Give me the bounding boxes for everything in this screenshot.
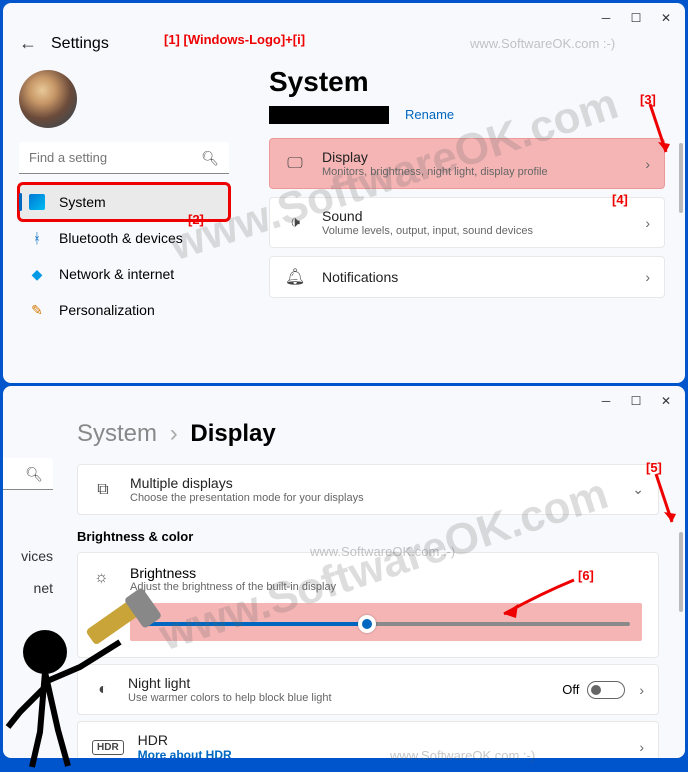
card-title: Sound xyxy=(322,208,629,224)
main-content: System › Display ⧉ Multiple displays Cho… xyxy=(53,412,685,748)
settings-window-1: ─ ☐ ✕ ← Settings 🔍︎ System ᚼ Bluetoot xyxy=(3,3,685,383)
breadcrumb: System › Display xyxy=(77,420,659,448)
truncated-text: net xyxy=(3,572,53,604)
close-button[interactable]: ✕ xyxy=(659,11,673,25)
minimize-button[interactable]: ─ xyxy=(599,394,613,408)
card-brightness: ☼ Brightness Adjust the brightness of th… xyxy=(77,552,659,658)
card-sound[interactable]: 🕩 Sound Volume levels, output, input, so… xyxy=(269,197,665,248)
nav-personalization[interactable]: ✎ Personalization xyxy=(19,292,229,328)
breadcrumb-system[interactable]: System xyxy=(77,420,157,447)
brightness-title: Brightness xyxy=(130,565,642,581)
brightness-slider[interactable] xyxy=(142,622,630,626)
card-title: HDR xyxy=(138,732,626,748)
scrollbar[interactable] xyxy=(679,143,683,213)
window-header: ← Settings xyxy=(3,29,685,66)
bell-icon: 🔔︎ xyxy=(284,267,306,287)
sound-icon: 🕩 xyxy=(284,214,306,232)
chevron-down-icon: ⌄ xyxy=(632,481,644,498)
card-subtitle: Volume levels, output, input, sound devi… xyxy=(322,225,629,237)
titlebar: ─ ☐ ✕ xyxy=(3,386,685,412)
search-icon: 🔍︎ xyxy=(25,466,43,483)
system-icon xyxy=(29,194,45,210)
maximize-button[interactable]: ☐ xyxy=(629,394,643,408)
redacted-device-name xyxy=(269,106,389,124)
card-title: Notifications xyxy=(322,269,629,285)
chevron-right-icon: › xyxy=(639,739,644,755)
toggle-state: Off xyxy=(562,682,579,697)
card-hdr[interactable]: HDR HDR More about HDR › xyxy=(77,721,659,758)
truncated-text: vices xyxy=(3,540,53,572)
titlebar: ─ ☐ ✕ xyxy=(3,3,685,29)
chevron-right-icon: › xyxy=(645,156,650,172)
search-input[interactable] xyxy=(19,142,229,174)
nav-label: System xyxy=(59,194,106,210)
card-subtitle: Choose the presentation mode for your di… xyxy=(130,492,616,504)
sidebar: 🔍︎ System ᚼ Bluetooth & devices ◆ Networ… xyxy=(3,66,241,376)
card-title: Night light xyxy=(128,675,548,691)
brightness-subtitle: Adjust the brightness of the built-in di… xyxy=(130,581,642,593)
search-icon: 🔍︎ xyxy=(201,150,219,167)
moon-icon: ◐ xyxy=(92,681,114,699)
nav-network[interactable]: ◆ Network & internet xyxy=(19,256,229,292)
minimize-button[interactable]: ─ xyxy=(599,11,613,25)
card-multiple-displays[interactable]: ⧉ Multiple displays Choose the presentat… xyxy=(77,464,659,515)
chevron-right-icon: › xyxy=(645,269,650,285)
display-icon: 🖵 xyxy=(284,155,306,173)
multi-display-icon: ⧉ xyxy=(92,481,114,499)
night-light-toggle[interactable] xyxy=(587,681,625,699)
back-arrow-icon[interactable]: ← xyxy=(19,33,37,54)
wifi-icon: ◆ xyxy=(29,266,45,282)
chevron-right-icon: › xyxy=(639,682,644,698)
card-title: Display xyxy=(322,149,629,165)
sun-icon: ☼ xyxy=(94,565,116,641)
settings-window-2: ─ ☐ ✕ 🔍︎ vices net System › Display ⧉ Mu… xyxy=(3,386,685,758)
card-subtitle: Monitors, brightness, night light, displ… xyxy=(322,166,629,178)
nav-label: Personalization xyxy=(59,302,155,318)
main-content: System Rename 🖵 Display Monitors, bright… xyxy=(241,66,685,376)
maximize-button[interactable]: ☐ xyxy=(629,11,643,25)
scrollbar[interactable] xyxy=(679,532,683,612)
close-button[interactable]: ✕ xyxy=(659,394,673,408)
sidebar-truncated: 🔍︎ vices net xyxy=(3,412,53,748)
hdr-badge-icon: HDR xyxy=(92,740,124,755)
card-title: Multiple displays xyxy=(130,475,616,491)
rename-link[interactable]: Rename xyxy=(405,107,454,122)
nav-label: Network & internet xyxy=(59,266,174,282)
brush-icon: ✎ xyxy=(29,302,45,318)
bluetooth-icon: ᚼ xyxy=(29,230,45,246)
breadcrumb-display: Display xyxy=(190,420,275,447)
settings-label: Settings xyxy=(51,35,109,53)
page-title: System xyxy=(269,66,665,98)
hdr-link[interactable]: More about HDR xyxy=(138,748,626,758)
card-display[interactable]: 🖵 Display Monitors, brightness, night li… xyxy=(269,138,665,189)
nav-system[interactable]: System xyxy=(19,184,229,220)
section-brightness-color: Brightness & color xyxy=(77,529,659,544)
card-subtitle: Use warmer colors to help block blue lig… xyxy=(128,692,548,704)
card-notifications[interactable]: 🔔︎ Notifications › xyxy=(269,256,665,298)
nav-label: Bluetooth & devices xyxy=(59,230,183,246)
user-avatar[interactable] xyxy=(19,70,77,128)
card-night-light[interactable]: ◐ Night light Use warmer colors to help … xyxy=(77,664,659,715)
nav-bluetooth[interactable]: ᚼ Bluetooth & devices xyxy=(19,220,229,256)
chevron-right-icon: › xyxy=(645,215,650,231)
